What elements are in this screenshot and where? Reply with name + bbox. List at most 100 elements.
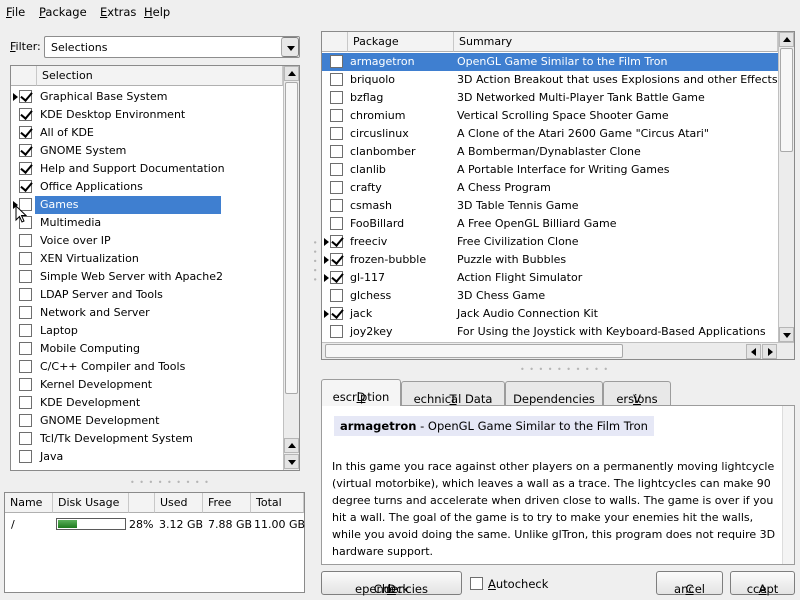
selection-checkbox[interactable] (19, 108, 32, 121)
selection-item[interactable]: GNOME Development (11, 412, 283, 430)
package-checkbox[interactable] (330, 235, 343, 248)
disk-header-blank[interactable] (129, 493, 155, 513)
selection-header[interactable]: Selection (37, 66, 283, 86)
selection-checkbox[interactable] (19, 252, 32, 265)
selection-item[interactable]: Voice over IP (11, 232, 283, 250)
menu-extras[interactable]: Extras (100, 5, 136, 19)
selection-item[interactable]: Laptop (11, 322, 283, 340)
tab-technical-data[interactable]: Technical Data (401, 381, 505, 406)
selections-scroll-thumb[interactable] (285, 82, 298, 394)
tab-description[interactable]: Description (321, 379, 401, 406)
selection-item[interactable]: Office Applications (11, 178, 283, 196)
scroll-up-button[interactable] (779, 32, 794, 47)
package-checkbox[interactable] (330, 55, 343, 68)
selection-checkbox[interactable] (19, 324, 32, 337)
package-row[interactable]: armagetron OpenGL Game Similar to the Fil… (322, 53, 778, 71)
menu-help[interactable]: Help (144, 5, 170, 19)
selection-checkbox[interactable] (19, 450, 32, 463)
package-scroll-thumb[interactable] (780, 48, 793, 152)
selection-item[interactable]: Network and Server (11, 304, 283, 322)
package-row[interactable]: frozen-bubble Puzzle with Bubbles (322, 251, 778, 269)
disk-header-usage[interactable]: Disk Usage (53, 493, 129, 513)
disk-header-total[interactable]: Total (251, 493, 304, 513)
package-checkbox[interactable] (330, 145, 343, 158)
package-row[interactable]: jack Jack Audio Connection Kit (322, 305, 778, 323)
tab-dependencies[interactable]: Dependencies (505, 381, 603, 406)
expand-triangle-icon[interactable] (324, 256, 329, 264)
summary-header[interactable]: Summary (454, 32, 778, 52)
package-checkbox[interactable] (330, 199, 343, 212)
package-checkbox[interactable] (330, 325, 343, 338)
selection-checkbox[interactable] (19, 306, 32, 319)
package-hscrollbar[interactable] (322, 342, 794, 359)
scroll-up-button-bottom[interactable] (284, 438, 299, 453)
horizontal-splitter-grip-left[interactable]: • • • • • • • • • (130, 478, 210, 487)
check-dependencies-button[interactable]: Check Dependencies (321, 571, 462, 596)
package-row[interactable]: bzflag 3D Networked Multi-Player Tank Bat… (322, 89, 778, 107)
filter-dropdown-button[interactable] (281, 37, 299, 57)
package-row[interactable]: FooBillard A Free OpenGL Billiard Game (322, 215, 778, 233)
selection-item[interactable]: Games (11, 196, 283, 214)
package-row[interactable]: clanbomber A Bomberman/Dynablaster Clone (322, 143, 778, 161)
accept-button[interactable]: Accept (730, 571, 795, 596)
expand-triangle-icon[interactable] (13, 93, 18, 101)
selection-item[interactable]: Graphical Base System (11, 88, 283, 106)
package-row[interactable]: gl-117 Action Flight Simulator (322, 269, 778, 287)
selection-item[interactable]: KDE Desktop Environment (11, 106, 283, 124)
filter-combo[interactable]: Selections (44, 36, 300, 58)
selection-checkbox[interactable] (19, 162, 32, 175)
selection-item[interactable]: All of KDE (11, 124, 283, 142)
package-check-header[interactable] (322, 32, 348, 52)
cancel-button[interactable]: Cancel (656, 571, 723, 596)
package-checkbox[interactable] (330, 91, 343, 104)
package-row[interactable]: clanlib A Portable Interface for Writing … (322, 161, 778, 179)
menu-file[interactable]: File (6, 5, 25, 19)
selection-item[interactable]: GNOME System (11, 142, 283, 160)
selection-checkbox[interactable] (19, 342, 32, 355)
selection-checkbox[interactable] (19, 234, 32, 247)
package-row[interactable]: freeciv Free Civilization Clone (322, 233, 778, 251)
tab-versions[interactable]: Versions (603, 381, 671, 406)
selection-checkbox[interactable] (19, 288, 32, 301)
package-checkbox[interactable] (330, 181, 343, 194)
disk-header-name[interactable]: Name (5, 493, 53, 513)
horizontal-splitter-grip-right[interactable]: • • • • • • • • • • (520, 365, 609, 374)
description-scrollbar[interactable] (782, 406, 794, 564)
package-checkbox[interactable] (330, 217, 343, 230)
selection-item[interactable]: Simple Web Server with Apache2 (11, 268, 283, 286)
expand-triangle-icon[interactable] (324, 274, 329, 282)
package-row[interactable]: joy2key For Using the Joystick with Keybo… (322, 323, 778, 341)
selection-item[interactable]: C/C++ Compiler and Tools (11, 358, 283, 376)
selection-checkbox[interactable] (19, 180, 32, 193)
selection-checkbox[interactable] (19, 378, 32, 391)
selection-check-header[interactable] (11, 66, 37, 86)
disk-row[interactable]: / 28% 3.12 GB 7.88 GB 11.00 GB (5, 516, 305, 534)
package-checkbox[interactable] (330, 73, 343, 86)
package-checkbox[interactable] (330, 271, 343, 284)
selection-item[interactable]: Help and Support Documentation (11, 160, 283, 178)
autocheck-checkbox[interactable] (470, 577, 483, 590)
selection-item[interactable]: Mobile Computing (11, 340, 283, 358)
scroll-right-button[interactable] (762, 344, 777, 359)
scroll-down-button[interactable] (779, 327, 794, 342)
selection-checkbox[interactable] (19, 432, 32, 445)
package-hscroll-thumb[interactable] (325, 344, 623, 358)
package-row[interactable]: chromium Vertical Scrolling Space Shooter… (322, 107, 778, 125)
selection-checkbox[interactable] (19, 360, 32, 373)
package-checkbox[interactable] (330, 109, 343, 122)
package-row[interactable]: crafty A Chess Program (322, 179, 778, 197)
expand-triangle-icon[interactable] (324, 310, 329, 318)
selection-item[interactable]: KDE Development (11, 394, 283, 412)
vertical-splitter-grip[interactable]: • • • • • (310, 240, 319, 283)
package-checkbox[interactable] (330, 127, 343, 140)
scroll-left-button[interactable] (746, 344, 761, 359)
selection-checkbox[interactable] (19, 144, 32, 157)
selection-checkbox[interactable] (19, 414, 32, 427)
scroll-up-button[interactable] (284, 66, 299, 81)
package-checkbox[interactable] (330, 163, 343, 176)
package-row[interactable]: circuslinux A Clone of the Atari 2600 Gam… (322, 125, 778, 143)
selection-item[interactable]: Java (11, 448, 283, 466)
selection-checkbox[interactable] (19, 90, 32, 103)
package-header[interactable]: Package (348, 32, 454, 52)
package-checkbox[interactable] (330, 307, 343, 320)
